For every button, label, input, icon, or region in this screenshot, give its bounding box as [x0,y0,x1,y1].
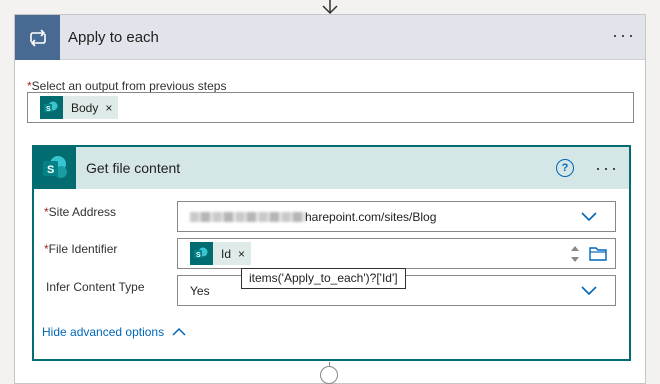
help-icon[interactable]: ? [556,159,574,177]
apply-to-each-card: Apply to each ··· *Select an output from… [14,14,646,384]
apply-to-each-title: Apply to each [68,29,159,46]
site-address-field[interactable]: harepoint.com/sites/Blog [177,201,616,232]
loop-icon [15,15,60,60]
svg-text:S: S [46,106,51,113]
select-output-label: *Select an output from previous steps [27,79,227,93]
add-step-icon[interactable] [320,366,338,384]
chevron-down-icon[interactable] [581,212,597,222]
infer-content-type-label: Infer Content Type [46,280,145,294]
more-options-icon[interactable]: ··· [612,15,636,55]
infer-content-type-value: Yes [190,284,210,298]
sharepoint-icon: S [190,242,213,265]
select-output-field[interactable]: S Body × [27,92,634,123]
svg-text:S: S [47,164,54,176]
remove-token-icon[interactable]: × [105,101,112,115]
spin-updown-icon[interactable] [570,243,580,265]
folder-icon[interactable] [589,246,607,261]
apply-to-each-header[interactable]: Apply to each ··· [15,15,645,60]
token-expression-tooltip: items('Apply_to_each')?['Id'] [241,268,406,289]
body-token[interactable]: S Body × [40,96,119,119]
file-identifier-label: *File Identifier [44,242,118,256]
get-file-content-card: S Get file content ? ··· *Site Address h… [32,145,631,361]
more-options-icon[interactable]: ··· [595,148,619,188]
sharepoint-icon: S [34,147,76,189]
id-token[interactable]: S Id × [190,242,252,265]
hide-advanced-options-link[interactable]: Hide advanced options [42,325,164,339]
redacted-text [190,212,306,222]
token-label: Id [221,246,232,261]
sharepoint-icon: S [40,96,63,119]
get-file-content-header[interactable]: S Get file content ? ··· [34,147,629,189]
get-file-content-title: Get file content [86,160,181,176]
file-identifier-field[interactable]: S Id × [177,238,616,269]
chevron-up-icon[interactable] [172,327,186,336]
site-address-label: *Site Address [44,205,117,219]
token-label: Body [71,100,99,115]
remove-token-icon[interactable]: × [238,247,245,261]
svg-text:S: S [196,252,201,259]
chevron-down-icon[interactable] [581,286,597,296]
site-address-value: harepoint.com/sites/Blog [305,210,437,224]
